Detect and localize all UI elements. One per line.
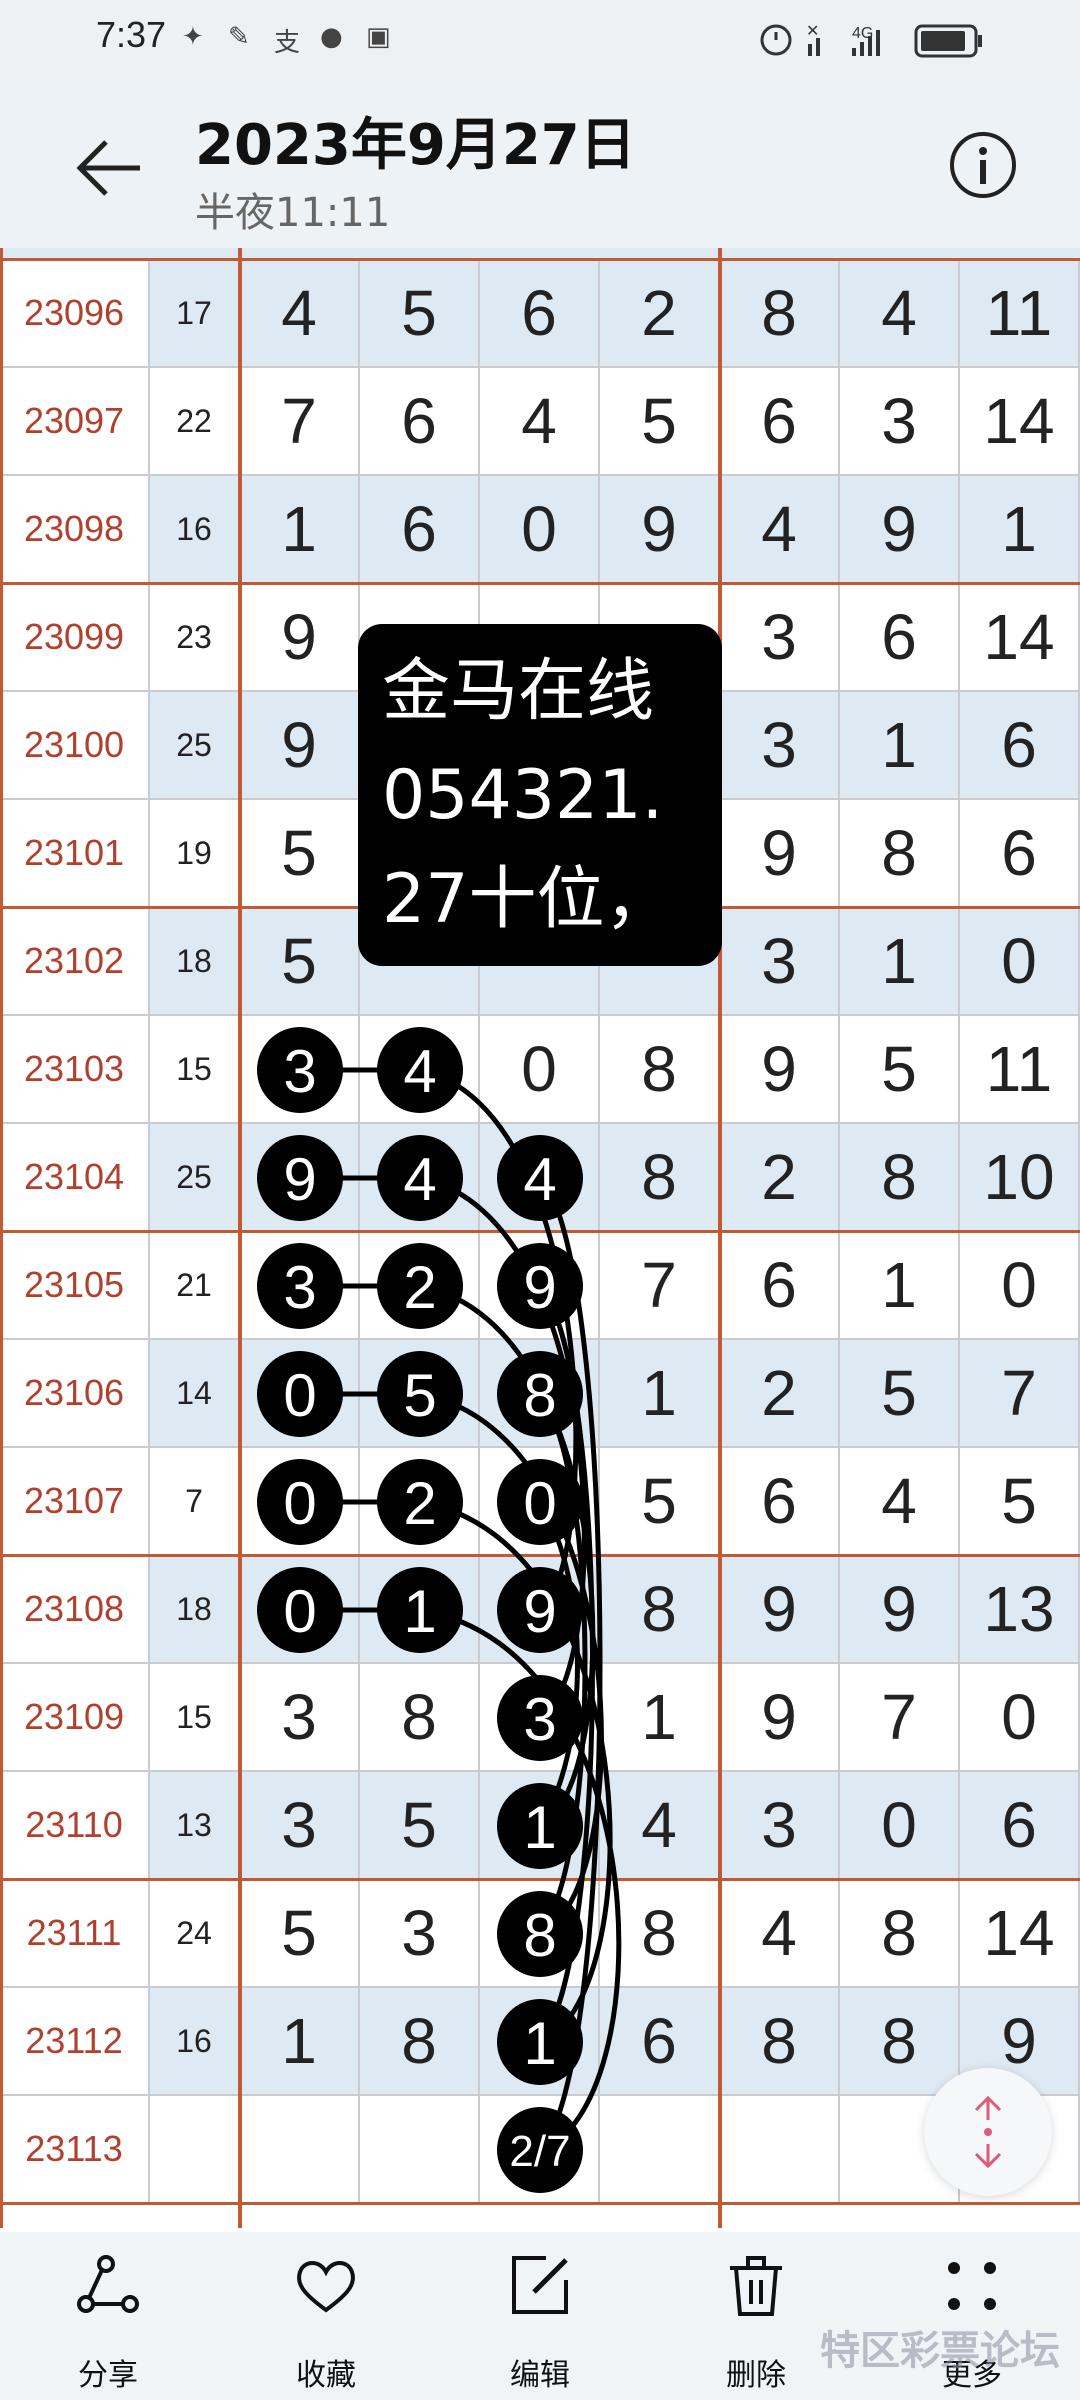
app-icon-3: 支 (274, 28, 301, 58)
marked-digit: 4 (403, 1146, 436, 1213)
app-icon-5: ▣ (366, 22, 391, 52)
status-bar: 7:37 ✦ ✎ 支 ● ▣ ✕ 4G (0, 0, 1080, 78)
status-indicators-icon: ✕ 4G (760, 23, 982, 58)
delete-button[interactable]: 删除 (686, 2250, 826, 2393)
svg-text:✕: ✕ (806, 23, 819, 40)
marked-digit: 9 (523, 1254, 556, 1321)
favorite-label: 收藏 (296, 2358, 356, 2393)
marked-digit: 2 (403, 1470, 436, 1537)
watermark: 特区彩票论坛 (820, 2328, 1060, 2374)
note-line-1: 金马在线 (382, 652, 655, 731)
status-time: 7:37 (96, 14, 167, 55)
trash-icon (730, 2256, 782, 2316)
marked-digit: 2/7 (509, 2127, 570, 2176)
marked-digit: 0 (523, 1470, 556, 1537)
marked-digit: 2 (403, 1254, 436, 1321)
share-icon (77, 2255, 139, 2313)
annotation-overlay: 3 4 9 4 3 2 0 5 0 2 0 1 4 9 8 0 9 3 1 8 1 2/7 (257, 1027, 622, 2193)
scroll-arrows-icon (974, 2095, 1002, 2169)
share-label: 分享 (78, 2358, 138, 2393)
note-line-2: 054321. (382, 756, 664, 835)
marked-digit: 0 (283, 1470, 316, 1537)
delete-label: 删除 (726, 2358, 786, 2393)
edit-button[interactable]: 编辑 (470, 2250, 610, 2393)
app-icon-2: ✎ (228, 22, 250, 52)
marked-digit: 8 (523, 1902, 556, 1969)
marked-digit: 9 (283, 1146, 316, 1213)
marked-digit: 0 (283, 1362, 316, 1429)
info-icon[interactable] (948, 130, 1018, 200)
edit-label: 编辑 (510, 2358, 570, 2393)
heart-icon (297, 2261, 355, 2313)
marked-digit: 4 (403, 1038, 436, 1105)
marked-digit: 1 (523, 1794, 556, 1861)
marked-digit: 5 (403, 1362, 436, 1429)
more-icon (948, 2262, 996, 2310)
marked-digit: 8 (523, 1362, 556, 1429)
share-button[interactable]: 分享 (38, 2250, 178, 2393)
marked-digit: 3 (523, 1686, 556, 1753)
marked-digit: 4 (523, 1146, 556, 1213)
annotation-note: 金马在线 054321. 27十位， (358, 624, 722, 966)
app-icon-4: ● (320, 22, 343, 52)
marked-digit: 1 (523, 2010, 556, 2077)
marked-digit: 3 (283, 1254, 316, 1321)
note-line-3: 27十位， (382, 860, 673, 939)
app-icon-1: ✦ (182, 22, 204, 52)
page-title: 2023年9月27日 (195, 113, 636, 178)
back-arrow-icon[interactable] (70, 128, 150, 208)
page-subtitle: 半夜11:11 (195, 190, 391, 236)
edit-icon (512, 2256, 568, 2314)
marked-digit: 0 (283, 1578, 316, 1645)
scroll-toggle-button[interactable] (924, 2068, 1052, 2196)
marked-digit: 3 (283, 1038, 316, 1105)
marked-digit: 1 (403, 1578, 436, 1645)
marked-digit: 9 (523, 1578, 556, 1645)
favorite-button[interactable]: 收藏 (256, 2250, 396, 2393)
top-app-bar: 2023年9月27日 半夜11:11 (0, 78, 1080, 248)
